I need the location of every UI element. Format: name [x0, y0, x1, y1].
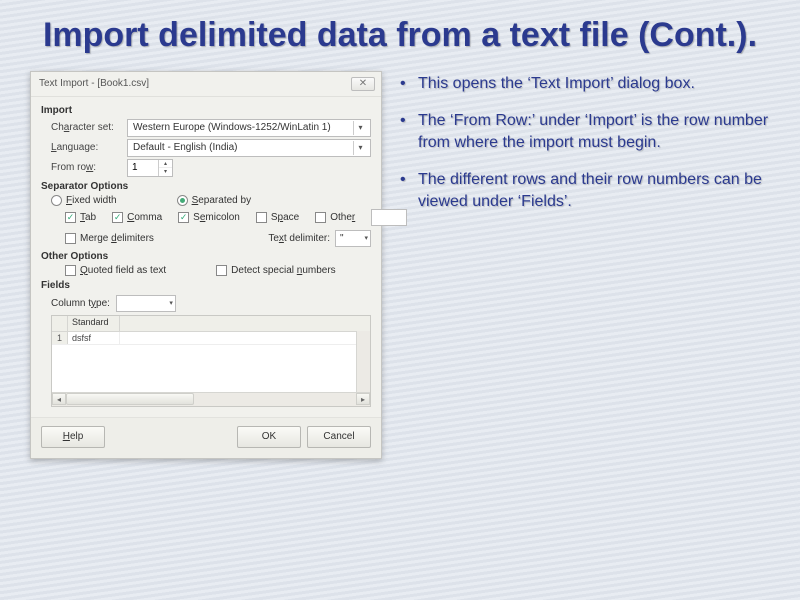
checkbox-space[interactable]: Space — [256, 209, 299, 226]
list-item: The ‘From Row:’ under ‘Import’ is the ro… — [400, 110, 770, 153]
text-import-dialog: Text Import - [Book1.csv] ✕ Import Chara… — [30, 71, 382, 459]
coltype-label: Column type: — [51, 298, 110, 309]
language-select[interactable]: Default - English (India) ▾ — [127, 139, 371, 157]
fromrow-label: From row: — [51, 162, 123, 173]
textdelim-value: " — [340, 233, 344, 244]
checkbox-icon — [112, 212, 123, 223]
textdelim-label: Text delimiter: — [268, 233, 330, 244]
list-item: The different rows and their row numbers… — [400, 169, 770, 212]
section-other: Other Options — [41, 251, 371, 262]
coltype-select[interactable]: ▾ — [116, 295, 176, 312]
ok-button[interactable]: OK — [237, 426, 301, 448]
chevron-down-icon: ▾ — [353, 121, 367, 135]
cancel-button[interactable]: Cancel — [307, 426, 371, 448]
charset-label: Character set: — [51, 122, 123, 133]
checkbox-icon — [315, 212, 326, 223]
spinner-up-icon[interactable]: ▴ — [159, 160, 172, 168]
scroll-right-icon[interactable]: ▸ — [356, 393, 370, 405]
scroll-left-icon[interactable]: ◂ — [52, 393, 66, 405]
section-separator: Separator Options — [41, 181, 371, 192]
bullet-list: This opens the ‘Text Import’ dialog box.… — [400, 71, 770, 459]
column-header: Standard — [68, 316, 120, 331]
fromrow-spinner[interactable]: ▴ ▾ — [127, 159, 173, 177]
section-import: Import — [41, 105, 371, 116]
spinner-down-icon[interactable]: ▾ — [159, 168, 172, 176]
checkbox-detect[interactable]: Detect special numbers — [216, 265, 336, 276]
checkbox-other[interactable]: Other — [315, 209, 355, 226]
checkbox-tab[interactable]: Tab — [65, 209, 96, 226]
slide-title: Import delimited data from a text file (… — [0, 0, 800, 57]
language-value: Default - English (India) — [133, 142, 238, 153]
scrollbar-thumb[interactable] — [66, 393, 194, 405]
dialog-title: Text Import - [Book1.csv] — [39, 78, 149, 89]
charset-select[interactable]: Western Europe (Windows-1252/WinLatin 1)… — [127, 119, 371, 137]
row-number: 1 — [52, 332, 68, 344]
checkbox-icon — [65, 212, 76, 223]
checkbox-icon — [65, 233, 76, 244]
checkbox-icon — [216, 265, 227, 276]
checkbox-icon — [256, 212, 267, 223]
chevron-down-icon: ▾ — [169, 299, 173, 307]
horizontal-scrollbar[interactable]: ◂ ▸ — [52, 392, 370, 406]
checkbox-quoted[interactable]: Quoted field as text — [65, 265, 166, 276]
close-icon[interactable]: ✕ — [351, 77, 375, 91]
charset-value: Western Europe (Windows-1252/WinLatin 1) — [133, 122, 331, 133]
radio-icon — [177, 195, 188, 206]
chevron-down-icon: ▾ — [364, 234, 368, 242]
radio-fixed-width[interactable]: Fixed width — [51, 195, 117, 206]
table-row: 1 dsfsf — [52, 332, 370, 345]
textdelim-select[interactable]: " ▾ — [335, 230, 371, 247]
checkbox-comma[interactable]: Comma — [112, 209, 162, 226]
vertical-scrollbar[interactable] — [356, 331, 370, 392]
language-label: Language: — [51, 142, 123, 153]
dialog-titlebar: Text Import - [Book1.csv] ✕ — [31, 72, 381, 97]
fromrow-input[interactable] — [128, 160, 158, 176]
section-fields: Fields — [41, 280, 371, 291]
checkbox-icon — [178, 212, 189, 223]
radio-separated-by[interactable]: Separated by — [177, 195, 252, 206]
list-item: This opens the ‘Text Import’ dialog box. — [400, 73, 770, 95]
checkbox-merge[interactable]: Merge delimiters — [65, 233, 154, 244]
fields-preview[interactable]: Standard 1 dsfsf ◂ ▸ — [51, 315, 371, 407]
help-button[interactable]: Help — [41, 426, 105, 448]
radio-icon — [51, 195, 62, 206]
checkbox-icon — [65, 265, 76, 276]
cell: dsfsf — [68, 332, 120, 344]
checkbox-semicolon[interactable]: Semicolon — [178, 209, 240, 226]
chevron-down-icon: ▾ — [353, 141, 367, 155]
